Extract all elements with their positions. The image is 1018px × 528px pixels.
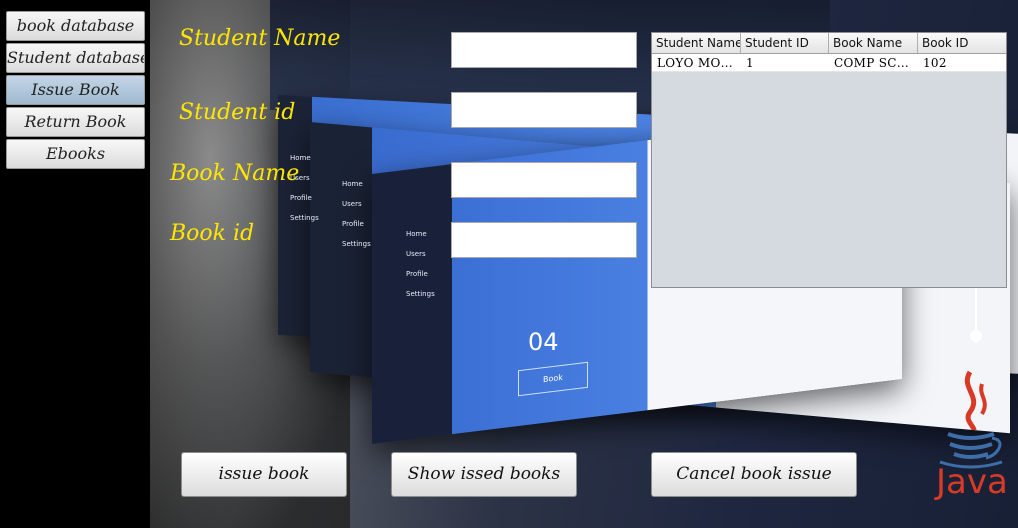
nav-issue-book[interactable]: Issue Book (6, 75, 145, 105)
book-id-label: Book id (170, 221, 255, 246)
java-steam (964, 370, 977, 431)
background-menu-item: Profile (342, 220, 364, 228)
background-menu-item: Settings (342, 240, 371, 248)
student-name-input[interactable] (451, 32, 637, 68)
book-id-input[interactable] (451, 222, 637, 258)
java-cup-line (953, 452, 989, 459)
table-header: Student Name Student ID Book Name Book I… (652, 33, 1006, 54)
background-menu-item: Home (342, 180, 363, 188)
issued-books-table[interactable]: Student Name Student ID Book Name Book I… (651, 32, 1007, 288)
background-menu-item: Profile (290, 194, 312, 202)
background-menu-item: Settings (406, 290, 435, 298)
cancel-book-issue-button[interactable]: Cancel book issue (651, 452, 857, 497)
nav-book-database[interactable]: book database (6, 11, 145, 41)
java-steam (979, 383, 987, 415)
background-menu-item: Home (406, 230, 427, 238)
column-header-student-id[interactable]: Student ID (741, 33, 829, 53)
student-name-label: Student Name (179, 26, 341, 51)
java-cup-line (947, 432, 995, 440)
nav-return-book[interactable]: Return Book (6, 107, 145, 137)
book-name-label: Book Name (170, 161, 300, 186)
sidebar: book database Student database Issue Boo… (0, 0, 150, 528)
show-issued-books-button[interactable]: Show issed books (391, 452, 577, 497)
main-panel: Home Users Profile Settings Home Users P… (150, 0, 1018, 528)
background-menu: Home Users Profile Settings (290, 148, 319, 228)
issue-book-button[interactable]: issue book (181, 452, 347, 497)
java-cup-line (949, 442, 993, 450)
java-logo-text: Java (936, 462, 1008, 502)
pendant-dot (970, 330, 982, 342)
column-header-book-id[interactable]: Book ID (918, 33, 1006, 53)
table-row[interactable]: LOYO MOS... 1 COMP SCI 2 102 (652, 54, 1006, 72)
cell-student-id: 1 (746, 56, 754, 70)
background-menu-item: Settings (290, 214, 319, 222)
cell-book-id: 102 (923, 56, 947, 70)
student-id-label: Student id (179, 100, 296, 125)
student-id-input[interactable] (451, 92, 637, 128)
background-menu-item: Profile (406, 270, 428, 278)
cell-student-name: LOYO MOS... (657, 56, 741, 70)
background-menu: Home Users Profile Settings (342, 174, 371, 254)
background-menu-item: Users (406, 250, 426, 258)
column-header-student-name[interactable]: Student Name (652, 33, 741, 53)
book-name-input[interactable] (451, 162, 637, 198)
cell-book-name: COMP SCI 2 (834, 56, 914, 70)
background-counter: 04 (528, 328, 559, 356)
nav-student-database[interactable]: Student database (6, 43, 145, 73)
nav-ebooks[interactable]: Ebooks (6, 139, 145, 169)
background-menu: Home Users Profile Settings (406, 224, 435, 304)
background-menu-item: Users (342, 200, 362, 208)
column-header-book-name[interactable]: Book Name (829, 33, 918, 53)
